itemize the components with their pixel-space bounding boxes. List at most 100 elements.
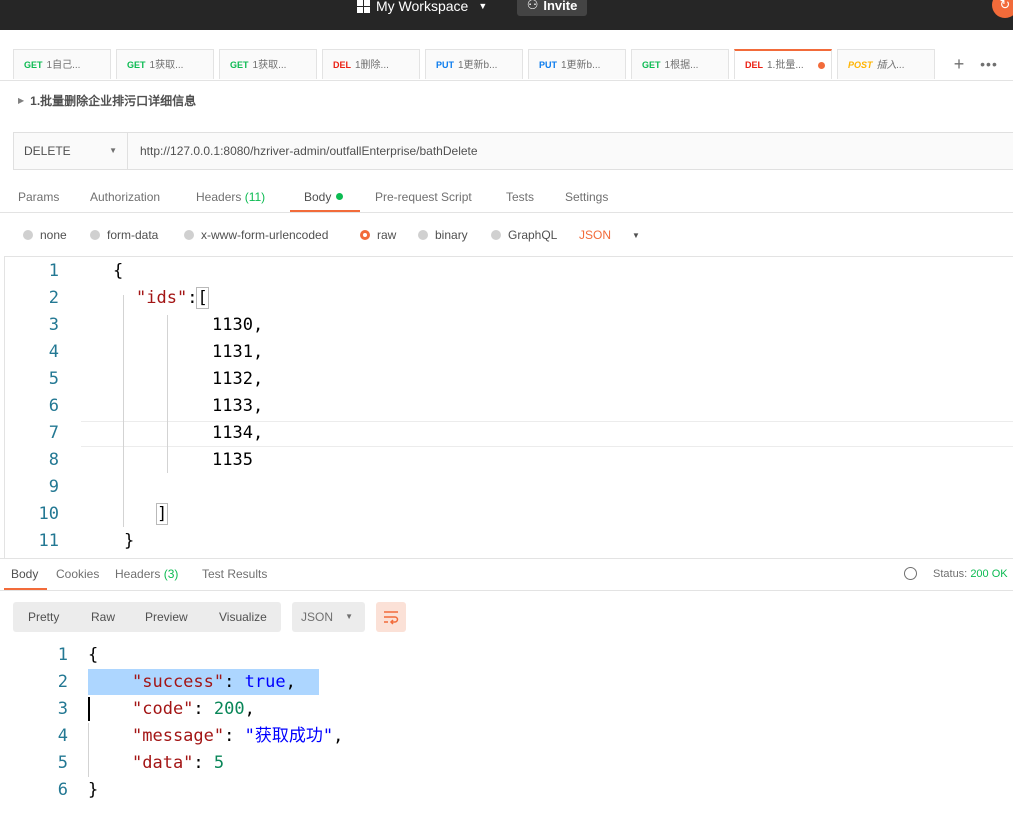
code-text: {: [88, 645, 99, 665]
request-tab-active[interactable]: DEL 1.批量...: [734, 49, 832, 79]
chevron-down-icon: ▼: [632, 230, 640, 240]
method-label: GET: [230, 60, 249, 70]
json-key: "data": [132, 753, 194, 773]
code-text: "data": 5: [132, 753, 225, 773]
tab-title: 插入...: [876, 60, 905, 71]
view-visualize-button[interactable]: Visualize: [219, 602, 267, 632]
tab-title: 1获取...: [252, 60, 287, 71]
tab-headers[interactable]: Headers (11): [196, 190, 265, 204]
more-tabs-ellipsis-icon[interactable]: •••: [977, 49, 1001, 79]
request-tab[interactable]: GET 1根据...: [631, 49, 729, 79]
tab-body-label: Body: [304, 190, 332, 204]
unsaved-dot-icon: [818, 62, 825, 69]
new-tab-plus-icon[interactable]: +: [945, 49, 973, 79]
request-tab[interactable]: POST 插入...: [837, 49, 935, 79]
headers-count: (11): [244, 190, 266, 204]
radio-none[interactable]: none: [23, 228, 67, 242]
radio-label: form-data: [107, 228, 159, 242]
request-name-toggle[interactable]: ▶ 1.批量删除企业排污口详细信息: [18, 92, 196, 109]
url-input[interactable]: http://127.0.0.1:8080/hzriver-admin/outf…: [140, 133, 478, 169]
response-format-value: JSON: [301, 610, 334, 624]
json-key: "success": [132, 672, 225, 692]
code-line: 8 1135: [5, 447, 1013, 474]
code-text: "message": "获取成功",: [132, 726, 344, 746]
request-tab[interactable]: GET 1获取...: [116, 49, 214, 79]
method-label: GET: [127, 60, 146, 70]
radio-graphql[interactable]: GraphQL: [491, 228, 557, 242]
id-value: 1133,: [212, 396, 264, 416]
radio-label: raw: [377, 228, 397, 242]
code-text: }: [124, 531, 135, 551]
radio-icon: [418, 230, 428, 240]
add-user-icon: ⚇: [526, 0, 539, 12]
radio-form-data[interactable]: form-data: [90, 228, 158, 242]
request-tab-bar: GET 1自己... GET 1获取... GET 1获取... DEL 1删除... …: [0, 30, 1013, 81]
active-tab-underline: [4, 588, 47, 590]
view-pretty-button[interactable]: Pretty: [28, 602, 59, 632]
tab-tests[interactable]: Tests: [506, 190, 534, 204]
method-select[interactable]: DELETE ▼: [14, 133, 128, 169]
chevron-down-icon: ▼: [109, 146, 117, 155]
response-tab-body[interactable]: Body: [11, 567, 38, 581]
workspace-switcher[interactable]: My Workspace ▼: [357, 0, 487, 16]
line-number: 3: [57, 699, 68, 719]
code-text: {: [113, 261, 124, 281]
line-number: 6: [48, 396, 59, 416]
radio-label: GraphQL: [508, 228, 558, 242]
request-tab[interactable]: PUT 1更新b...: [425, 49, 523, 79]
radio-urlencoded[interactable]: x-www-form-urlencoded: [184, 228, 328, 242]
code-line: 11}: [5, 528, 1013, 555]
wrap-lines-button[interactable]: [376, 602, 406, 632]
id-value: 1132,: [212, 369, 264, 389]
radio-raw[interactable]: raw: [360, 228, 396, 242]
line-number: 1: [57, 645, 68, 665]
code-line: 4 1131,: [5, 339, 1013, 366]
radio-label: binary: [435, 228, 468, 242]
response-format-select[interactable]: JSON ▼: [292, 602, 365, 632]
request-tab[interactable]: PUT 1更新b...: [528, 49, 626, 79]
response-headers-label: Headers: [115, 567, 161, 581]
line-number: 5: [48, 369, 59, 389]
invite-label: Invite: [543, 0, 578, 13]
wrap-lines-icon: [384, 611, 399, 625]
raw-format-select[interactable]: JSON ▼: [579, 228, 640, 242]
json-key: "ids": [136, 288, 188, 308]
tab-settings[interactable]: Settings: [565, 190, 608, 204]
code-text: "code": 200,: [132, 699, 255, 719]
tab-title: 1.批量...: [767, 60, 804, 71]
line-number: 11: [38, 531, 59, 551]
line-number: 4: [48, 342, 59, 362]
code-line: 7 1134,: [5, 420, 1013, 447]
request-body-editor[interactable]: 1{ 2 "ids":[ 3 1130, 4 1131, 5 1132, 6 1133, …: [4, 256, 1013, 558]
response-tab-test-results[interactable]: Test Results: [202, 567, 267, 581]
view-raw-button[interactable]: Raw: [91, 602, 115, 632]
request-tab[interactable]: GET 1获取...: [219, 49, 317, 79]
tab-body[interactable]: Body: [304, 190, 344, 204]
json-value: 5: [213, 753, 225, 773]
method-label: GET: [24, 60, 43, 70]
active-tab-underline: [290, 210, 360, 212]
code-line: 9: [5, 474, 1013, 501]
method-label: DEL: [745, 60, 763, 70]
globe-icon[interactable]: [904, 567, 917, 580]
method-label: DEL: [333, 60, 351, 70]
response-view-switcher: Pretty Raw Preview Visualize: [13, 602, 281, 632]
status-value: 200 OK: [970, 568, 1008, 580]
line-number: 8: [48, 450, 59, 470]
code-line: 1{: [5, 258, 1013, 285]
tab-authorization[interactable]: Authorization: [90, 190, 160, 204]
tab-params[interactable]: Params: [18, 190, 59, 204]
invite-button[interactable]: ⚇ Invite: [517, 0, 587, 16]
response-tab-cookies[interactable]: Cookies: [56, 567, 99, 581]
tab-title: 1根据...: [664, 60, 699, 71]
request-tab[interactable]: GET 1自己...: [13, 49, 111, 79]
response-status: Status: 200 OK: [933, 568, 1008, 580]
response-tab-headers[interactable]: Headers (3): [115, 567, 178, 581]
workspace-name: My Workspace: [376, 0, 469, 14]
view-preview-button[interactable]: Preview: [145, 602, 188, 632]
request-tab[interactable]: DEL 1删除...: [322, 49, 420, 79]
tab-prerequest-script[interactable]: Pre-request Script: [375, 190, 472, 204]
radio-binary[interactable]: binary: [418, 228, 468, 242]
sync-icon[interactable]: ↻: [992, 0, 1013, 18]
method-label: PUT: [539, 60, 557, 70]
